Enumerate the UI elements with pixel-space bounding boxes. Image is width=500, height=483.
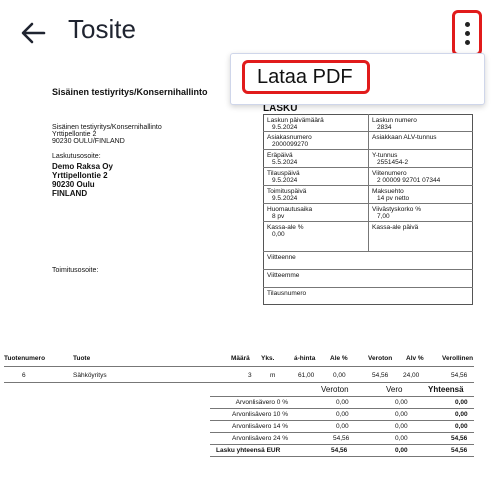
table-cell: 0,00 xyxy=(333,372,346,379)
company-name: Sisäinen testiyritys/Konsernihallinto xyxy=(52,87,208,97)
table-cell: 54,56 xyxy=(372,372,389,379)
sender-line: Yrttipellontie 2 xyxy=(52,131,97,138)
field-value: 0,00 xyxy=(272,231,285,238)
field-label: Viitteenne xyxy=(267,254,296,261)
table-cell: Sähköyritys xyxy=(73,372,107,379)
totals-value: 0,00 xyxy=(455,411,468,418)
grand-total-label: Lasku yhteensä EUR xyxy=(216,447,281,454)
billing-line: 90230 Oulu xyxy=(52,180,95,189)
totals-value: 0,00 xyxy=(395,435,408,442)
column-header: Ale % xyxy=(330,355,348,362)
more-options-icon[interactable] xyxy=(452,10,482,56)
totals-value: 0,00 xyxy=(455,423,468,430)
field-label: Maksuehto xyxy=(372,188,404,195)
billing-label: Laskutusosoite: xyxy=(52,153,101,160)
totals-value: 0,00 xyxy=(395,399,408,406)
field-label: Eräpäivä xyxy=(267,152,293,159)
field-label: Asiakasnumero xyxy=(267,134,312,141)
field-value: 2000099270 xyxy=(272,141,309,148)
totals-label: Arvonlisävero 10 % xyxy=(232,411,288,418)
totals-label: Arvonlisävero 24 % xyxy=(232,435,288,442)
field-label: Huomautusaika xyxy=(267,206,313,213)
field-label: Kassa-ale päivä xyxy=(372,224,419,231)
table-cell: m xyxy=(270,372,276,379)
field-value: 9.5.2024 xyxy=(272,195,298,202)
grand-total-value: 54,56 xyxy=(331,447,348,454)
field-value: 9.5.2024 xyxy=(272,177,298,184)
field-label: Y-tunnus xyxy=(372,152,398,159)
grand-total-value: 54,56 xyxy=(451,447,468,454)
field-label: Tilauspäivä xyxy=(267,170,300,177)
back-arrow-icon[interactable] xyxy=(18,18,48,48)
column-header: Tuote xyxy=(73,355,91,362)
column-header: Verollinen xyxy=(442,355,474,362)
sender-line: 90230 OULU/FINLAND xyxy=(52,138,125,145)
table-cell: 61,00 xyxy=(298,372,315,379)
field-label: Asiakkaan ALV-tunnus xyxy=(372,134,437,141)
field-value: 2 00009 92701 07344 xyxy=(377,177,441,184)
totals-value: 0,00 xyxy=(336,399,349,406)
totals-value: 0,00 xyxy=(336,423,349,430)
grand-total-value: 0,00 xyxy=(395,447,408,454)
field-label: Tilausnumero xyxy=(267,290,307,297)
field-value: 7,00 xyxy=(377,213,390,220)
column-header: Tuotenumero xyxy=(4,355,46,362)
totals-header: Yhteensä xyxy=(428,385,464,394)
billing-line: FINLAND xyxy=(52,189,88,198)
table-cell: 54,56 xyxy=(451,372,468,379)
field-value: 9.5.2024 xyxy=(272,124,298,131)
column-header: Määrä xyxy=(231,355,250,362)
column-header: Alv % xyxy=(406,355,424,362)
field-label: Laskun numero xyxy=(372,117,417,124)
table-cell: 6 xyxy=(22,372,26,379)
download-pdf-menu-item[interactable]: Lataa PDF xyxy=(242,60,370,94)
field-value: 14 pv netto xyxy=(377,195,410,202)
delivery-label: Toimitusosoite: xyxy=(52,267,99,274)
totals-value: 0,00 xyxy=(395,423,408,430)
totals-header: Vero xyxy=(386,385,403,394)
field-label: Kassa-ale % xyxy=(267,224,304,231)
field-value: 8 pv xyxy=(272,213,285,220)
field-value: 5.5.2024 xyxy=(272,159,298,166)
billing-line: Demo Raksa Oy xyxy=(52,162,113,171)
page-title: Tosite xyxy=(68,14,136,44)
table-cell: 24,00 xyxy=(403,372,420,379)
totals-value: 0,00 xyxy=(336,411,349,418)
column-header: Yks. xyxy=(261,355,275,362)
totals-value: 0,00 xyxy=(395,411,408,418)
totals-value: 54,56 xyxy=(333,435,350,442)
totals-value: 54,56 xyxy=(451,435,468,442)
table-cell: 3 xyxy=(248,372,252,379)
field-label: Toimituspäivä xyxy=(267,188,307,195)
billing-line: Yrttipellontie 2 xyxy=(52,171,108,180)
column-header: Veroton xyxy=(368,355,393,362)
invoice-document: Sisäinen testiyritys/Konsernihallinto LA… xyxy=(0,66,500,483)
field-value: 2551454-2 xyxy=(377,159,409,166)
field-value: 2834 xyxy=(377,124,392,131)
sender-line: Sisäinen testiyritys/Konsernihallinto xyxy=(52,124,162,131)
totals-header: Veroton xyxy=(321,385,349,394)
field-label: Viivästyskorko % xyxy=(372,206,422,213)
column-header: á-hinta xyxy=(294,355,316,362)
totals-value: 0,00 xyxy=(455,399,468,406)
totals-label: Arvonlisävero 14 % xyxy=(232,423,288,430)
overflow-menu: Lataa PDF xyxy=(230,53,485,105)
field-label: Viitenumero xyxy=(372,170,407,177)
totals-label: Arvonlisävero 0 % xyxy=(235,399,288,406)
field-label: Viitteemme xyxy=(267,272,300,279)
field-label: Laskun päivämäärä xyxy=(267,117,324,124)
